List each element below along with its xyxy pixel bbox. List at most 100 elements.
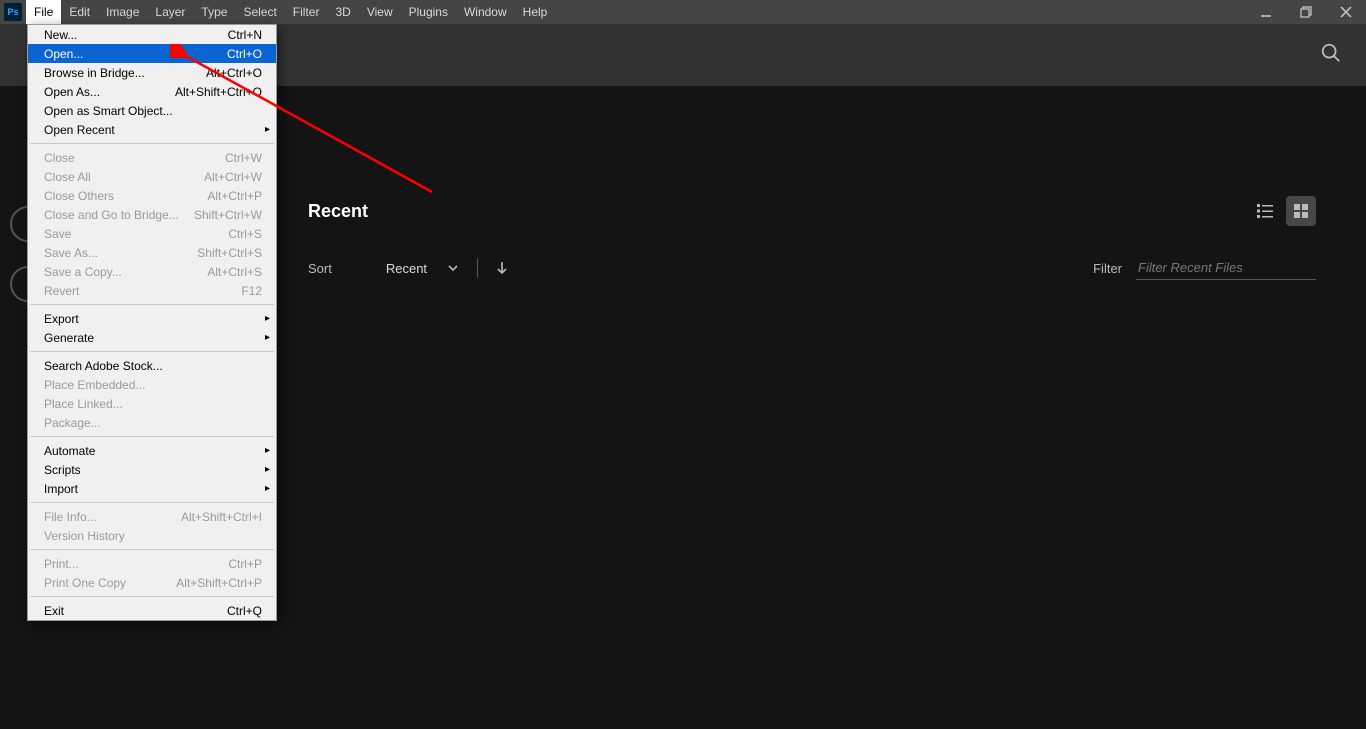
- file-menu-close-and-go-to-bridge: Close and Go to Bridge...Shift+Ctrl+W: [28, 205, 276, 224]
- file-menu-generate[interactable]: Generate: [28, 328, 276, 347]
- window-close-button[interactable]: [1326, 0, 1366, 24]
- menu-item-label: Revert: [44, 284, 241, 298]
- menu-item-shortcut: Alt+Shift+Ctrl+I: [181, 510, 262, 524]
- menu-item-label: Open as Smart Object...: [44, 104, 262, 118]
- recent-title: Recent: [308, 201, 368, 222]
- menu-item-label: Open As...: [44, 85, 175, 99]
- menubar: Ps FileEditImageLayerTypeSelectFilter3DV…: [0, 0, 1366, 24]
- file-menu-new[interactable]: New...Ctrl+N: [28, 25, 276, 44]
- menu-item-label: Export: [44, 312, 262, 326]
- file-menu-search-adobe-stock[interactable]: Search Adobe Stock...: [28, 356, 276, 375]
- filter-input[interactable]: [1136, 256, 1316, 280]
- file-menu-close-all: Close AllAlt+Ctrl+W: [28, 167, 276, 186]
- menu-separator: [30, 596, 274, 597]
- menu-separator: [30, 549, 274, 550]
- menu-item-label: Package...: [44, 416, 262, 430]
- window-minimize-button[interactable]: [1246, 0, 1286, 24]
- sort-dropdown[interactable]: Recent: [386, 261, 459, 276]
- view-grid-button[interactable]: [1286, 196, 1316, 226]
- window-restore-button[interactable]: [1286, 0, 1326, 24]
- menu-3d[interactable]: 3D: [327, 0, 358, 24]
- file-menu-revert: RevertF12: [28, 281, 276, 300]
- menu-type[interactable]: Type: [193, 0, 235, 24]
- file-menu-scripts[interactable]: Scripts: [28, 460, 276, 479]
- menu-plugins[interactable]: Plugins: [401, 0, 456, 24]
- sort-label: Sort: [308, 261, 332, 276]
- menu-separator: [30, 351, 274, 352]
- menu-item-label: Print One Copy: [44, 576, 176, 590]
- menu-item-shortcut: Alt+Ctrl+S: [207, 265, 262, 279]
- file-menu-automate[interactable]: Automate: [28, 441, 276, 460]
- file-menu-open-recent[interactable]: Open Recent: [28, 120, 276, 139]
- menu-item-label: Save a Copy...: [44, 265, 207, 279]
- file-menu-open[interactable]: Open...Ctrl+O: [28, 44, 276, 63]
- file-menu-save: SaveCtrl+S: [28, 224, 276, 243]
- window-controls: [1246, 0, 1366, 24]
- view-list-button[interactable]: [1250, 196, 1280, 226]
- file-menu-import[interactable]: Import: [28, 479, 276, 498]
- menu-item-label: Generate: [44, 331, 262, 345]
- file-menu-place-linked: Place Linked...: [28, 394, 276, 413]
- file-menu-open-as-smart-object[interactable]: Open as Smart Object...: [28, 101, 276, 120]
- file-menu-export[interactable]: Export: [28, 309, 276, 328]
- menu-select[interactable]: Select: [235, 0, 284, 24]
- menu-separator: [30, 304, 274, 305]
- menu-file[interactable]: File: [26, 0, 61, 24]
- menu-item-shortcut: Alt+Shift+Ctrl+O: [175, 85, 262, 99]
- menu-item-shortcut: Ctrl+S: [228, 227, 262, 241]
- file-menu-version-history: Version History: [28, 526, 276, 545]
- sort-value-text: Recent: [386, 261, 427, 276]
- menu-item-label: Exit: [44, 604, 227, 618]
- file-menu-save-a-copy: Save a Copy...Alt+Ctrl+S: [28, 262, 276, 281]
- menu-item-label: Place Linked...: [44, 397, 262, 411]
- filter-label: Filter: [1093, 261, 1122, 276]
- menu-item-label: File Info...: [44, 510, 181, 524]
- menu-item-shortcut: Alt+Shift+Ctrl+P: [176, 576, 262, 590]
- menu-item-shortcut: F12: [241, 284, 262, 298]
- app-logo-icon: Ps: [4, 3, 22, 21]
- file-menu-place-embedded: Place Embedded...: [28, 375, 276, 394]
- file-menu-print: Print...Ctrl+P: [28, 554, 276, 573]
- menu-item-shortcut: Alt+Ctrl+O: [206, 66, 262, 80]
- menu-item-label: Close Others: [44, 189, 207, 203]
- menu-item-label: Close and Go to Bridge...: [44, 208, 194, 222]
- file-menu-open-as[interactable]: Open As...Alt+Shift+Ctrl+O: [28, 82, 276, 101]
- menu-window[interactable]: Window: [456, 0, 515, 24]
- menu-help[interactable]: Help: [515, 0, 556, 24]
- file-menu-browse-in-bridge[interactable]: Browse in Bridge...Alt+Ctrl+O: [28, 63, 276, 82]
- menu-item-shortcut: Ctrl+W: [225, 151, 262, 165]
- menu-item-label: Scripts: [44, 463, 262, 477]
- menu-item-label: Save: [44, 227, 228, 241]
- menu-item-label: Place Embedded...: [44, 378, 262, 392]
- menu-item-label: Open Recent: [44, 123, 262, 137]
- menu-item-label: Search Adobe Stock...: [44, 359, 262, 373]
- menu-layer[interactable]: Layer: [147, 0, 193, 24]
- file-menu-close: CloseCtrl+W: [28, 148, 276, 167]
- menu-item-label: Version History: [44, 529, 262, 543]
- menu-image[interactable]: Image: [98, 0, 147, 24]
- chevron-down-icon: [447, 262, 459, 274]
- file-menu-print-one-copy: Print One CopyAlt+Shift+Ctrl+P: [28, 573, 276, 592]
- menu-item-label: Close: [44, 151, 225, 165]
- menu-item-label: Import: [44, 482, 262, 496]
- sort-direction-button[interactable]: [496, 261, 508, 275]
- menu-separator: [30, 143, 274, 144]
- menu-separator: [30, 502, 274, 503]
- menu-item-shortcut: Alt+Ctrl+P: [207, 189, 262, 203]
- menu-edit[interactable]: Edit: [61, 0, 98, 24]
- file-menu-save-as: Save As...Shift+Ctrl+S: [28, 243, 276, 262]
- menu-item-label: Browse in Bridge...: [44, 66, 206, 80]
- file-menu-package: Package...: [28, 413, 276, 432]
- menu-item-shortcut: Ctrl+P: [228, 557, 262, 571]
- menu-item-shortcut: Alt+Ctrl+W: [204, 170, 262, 184]
- file-menu-exit[interactable]: ExitCtrl+Q: [28, 601, 276, 620]
- menu-item-label: New...: [44, 28, 228, 42]
- menu-item-shortcut: Ctrl+O: [227, 47, 262, 61]
- menu-item-label: Open...: [44, 47, 227, 61]
- menu-filter[interactable]: Filter: [285, 0, 328, 24]
- menu-item-label: Save As...: [44, 246, 197, 260]
- menu-view[interactable]: View: [359, 0, 401, 24]
- menu-item-shortcut: Shift+Ctrl+S: [197, 246, 262, 260]
- menu-item-label: Close All: [44, 170, 204, 184]
- search-icon[interactable]: [1320, 42, 1342, 64]
